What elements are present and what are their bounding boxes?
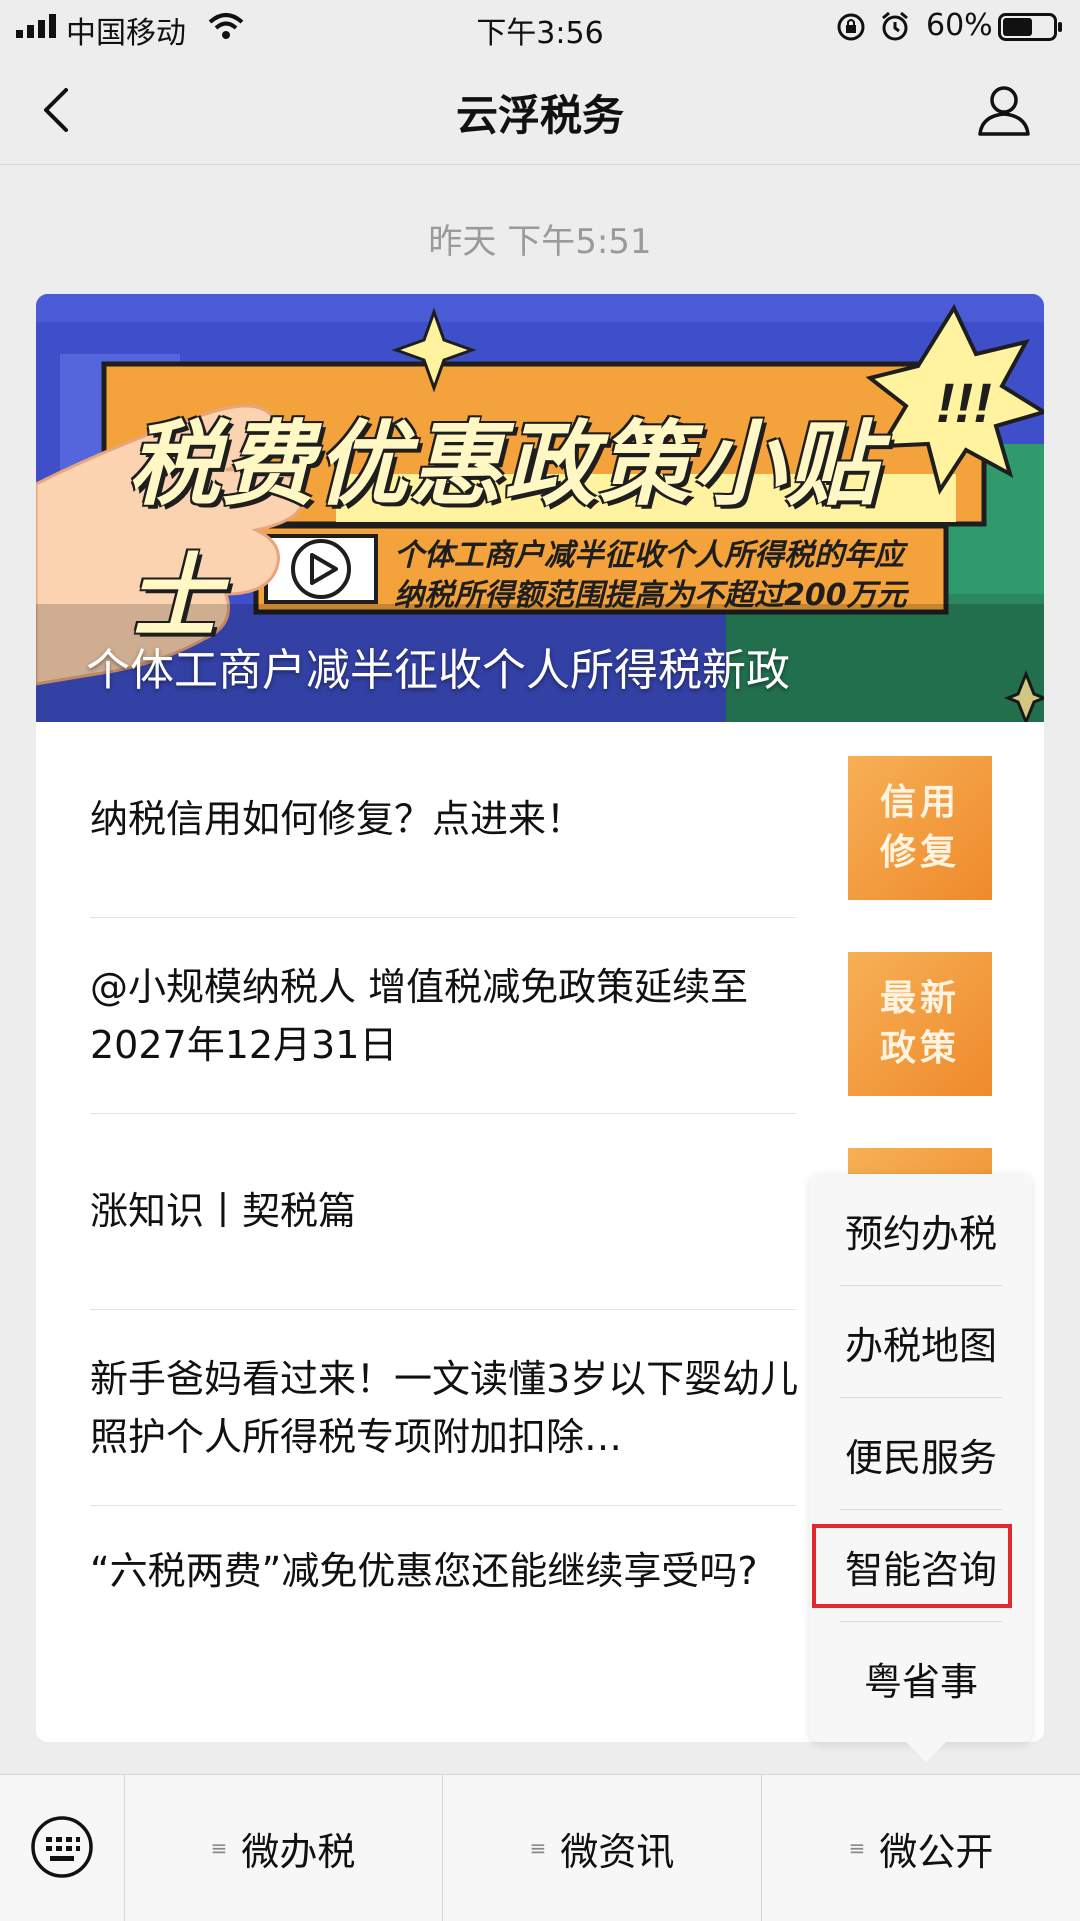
article-title: 新手爸妈看过来！一文读懂3岁以下婴幼儿照护个人所得税专项附加扣除… <box>90 1357 799 1459</box>
article-title: 涨知识丨契税篇 <box>90 1189 357 1233</box>
message-timestamp: 昨天 下午5:51 <box>428 222 652 262</box>
tab-label: 微办税 <box>241 1829 356 1874</box>
menu-item-public-service[interactable]: 便民服务 <box>810 1398 1032 1510</box>
banner-article[interactable]: !!! 税费优惠政策小贴士 个体工商户减半征收个人所得税的年应 纳税所得额范围提… <box>36 294 1044 722</box>
alarm-icon <box>882 11 908 41</box>
rotation-lock-icon <box>837 13 865 41</box>
tab-wei-banshui[interactable]: ≡ 微办税 <box>124 1775 443 1921</box>
keyboard-toggle-button[interactable] <box>0 1775 125 1921</box>
thumbnail-text: 最新 <box>879 978 960 1019</box>
highlight-box <box>812 1524 1012 1608</box>
menu-item-label: 办税地图 <box>844 1323 997 1368</box>
menu-lines-icon: ≡ <box>210 1836 228 1860</box>
banner-title: 个体工商户减半征收个人所得税新政 <box>86 645 790 696</box>
tab-label: 微资讯 <box>560 1829 675 1874</box>
article-title: @小规模纳税人 增值税减免政策延续至2027年12月31日 <box>90 965 749 1067</box>
menu-item-label: 粤省事 <box>863 1659 978 1704</box>
status-bar: 中国移动 下午3:56 60% <box>0 0 1080 52</box>
menu-item-yueshengshi[interactable]: 粤省事 <box>810 1622 1032 1734</box>
thumbnail-text: 信用 <box>879 782 960 823</box>
menu-lines-icon: ≡ <box>848 1836 866 1860</box>
carrier-name: 中国移动 <box>66 16 186 51</box>
article-thumbnail: 最新 政策 <box>848 952 992 1096</box>
thumbnail-text: 修复 <box>879 832 960 873</box>
banner-subline: 个体工商户减半征收个人所得税的年应 <box>394 538 904 573</box>
tab-label: 微公开 <box>879 1829 994 1874</box>
tab-wei-gongkai[interactable]: ≡ 微公开 <box>762 1775 1080 1921</box>
wifi-icon <box>208 13 244 39</box>
article-title: “六税两费”减免优惠您还能继续享受吗? <box>90 1549 758 1593</box>
banner-subline: 纳税所得额范围提高为不超过200万元 <box>394 578 907 613</box>
thumbnail-text: 政策 <box>879 1028 960 1069</box>
article-title: 纳税信用如何修复？点进来！ <box>90 797 585 841</box>
battery-icon <box>998 13 1062 41</box>
bottom-menu-bar: ≡ 微办税 ≡ 微资讯 ≡ 微公开 <box>0 1774 1080 1921</box>
tab-wei-zixun[interactable]: ≡ 微资讯 <box>443 1775 762 1921</box>
banner-heading: 税费优惠政策小贴士 <box>128 411 881 651</box>
menu-lines-icon: ≡ <box>529 1836 547 1860</box>
keyboard-icon <box>31 1816 93 1878</box>
popup-menu: 预约办税 办税地图 便民服务 智能咨询 粤省事 <box>810 1174 1032 1762</box>
article-item[interactable]: 纳税信用如何修复？点进来！ 信用 修复 <box>36 722 1044 918</box>
popup-arrow <box>906 1742 946 1762</box>
nav-bar: 云浮税务 <box>0 52 1080 165</box>
menu-item-tax-map[interactable]: 办税地图 <box>810 1286 1032 1398</box>
menu-item-appointment[interactable]: 预约办税 <box>810 1174 1032 1286</box>
battery-percent: 60% <box>926 8 993 43</box>
signal-icon <box>16 14 56 38</box>
menu-item-label: 便民服务 <box>844 1435 997 1480</box>
article-item[interactable]: @小规模纳税人 增值税减免政策延续至2027年12月31日 最新 政策 <box>36 918 1044 1114</box>
page-title: 云浮税务 <box>455 91 624 140</box>
menu-item-label: 预约办税 <box>844 1211 997 1256</box>
article-thumbnail: 信用 修复 <box>848 756 992 900</box>
person-icon[interactable] <box>976 82 1032 138</box>
